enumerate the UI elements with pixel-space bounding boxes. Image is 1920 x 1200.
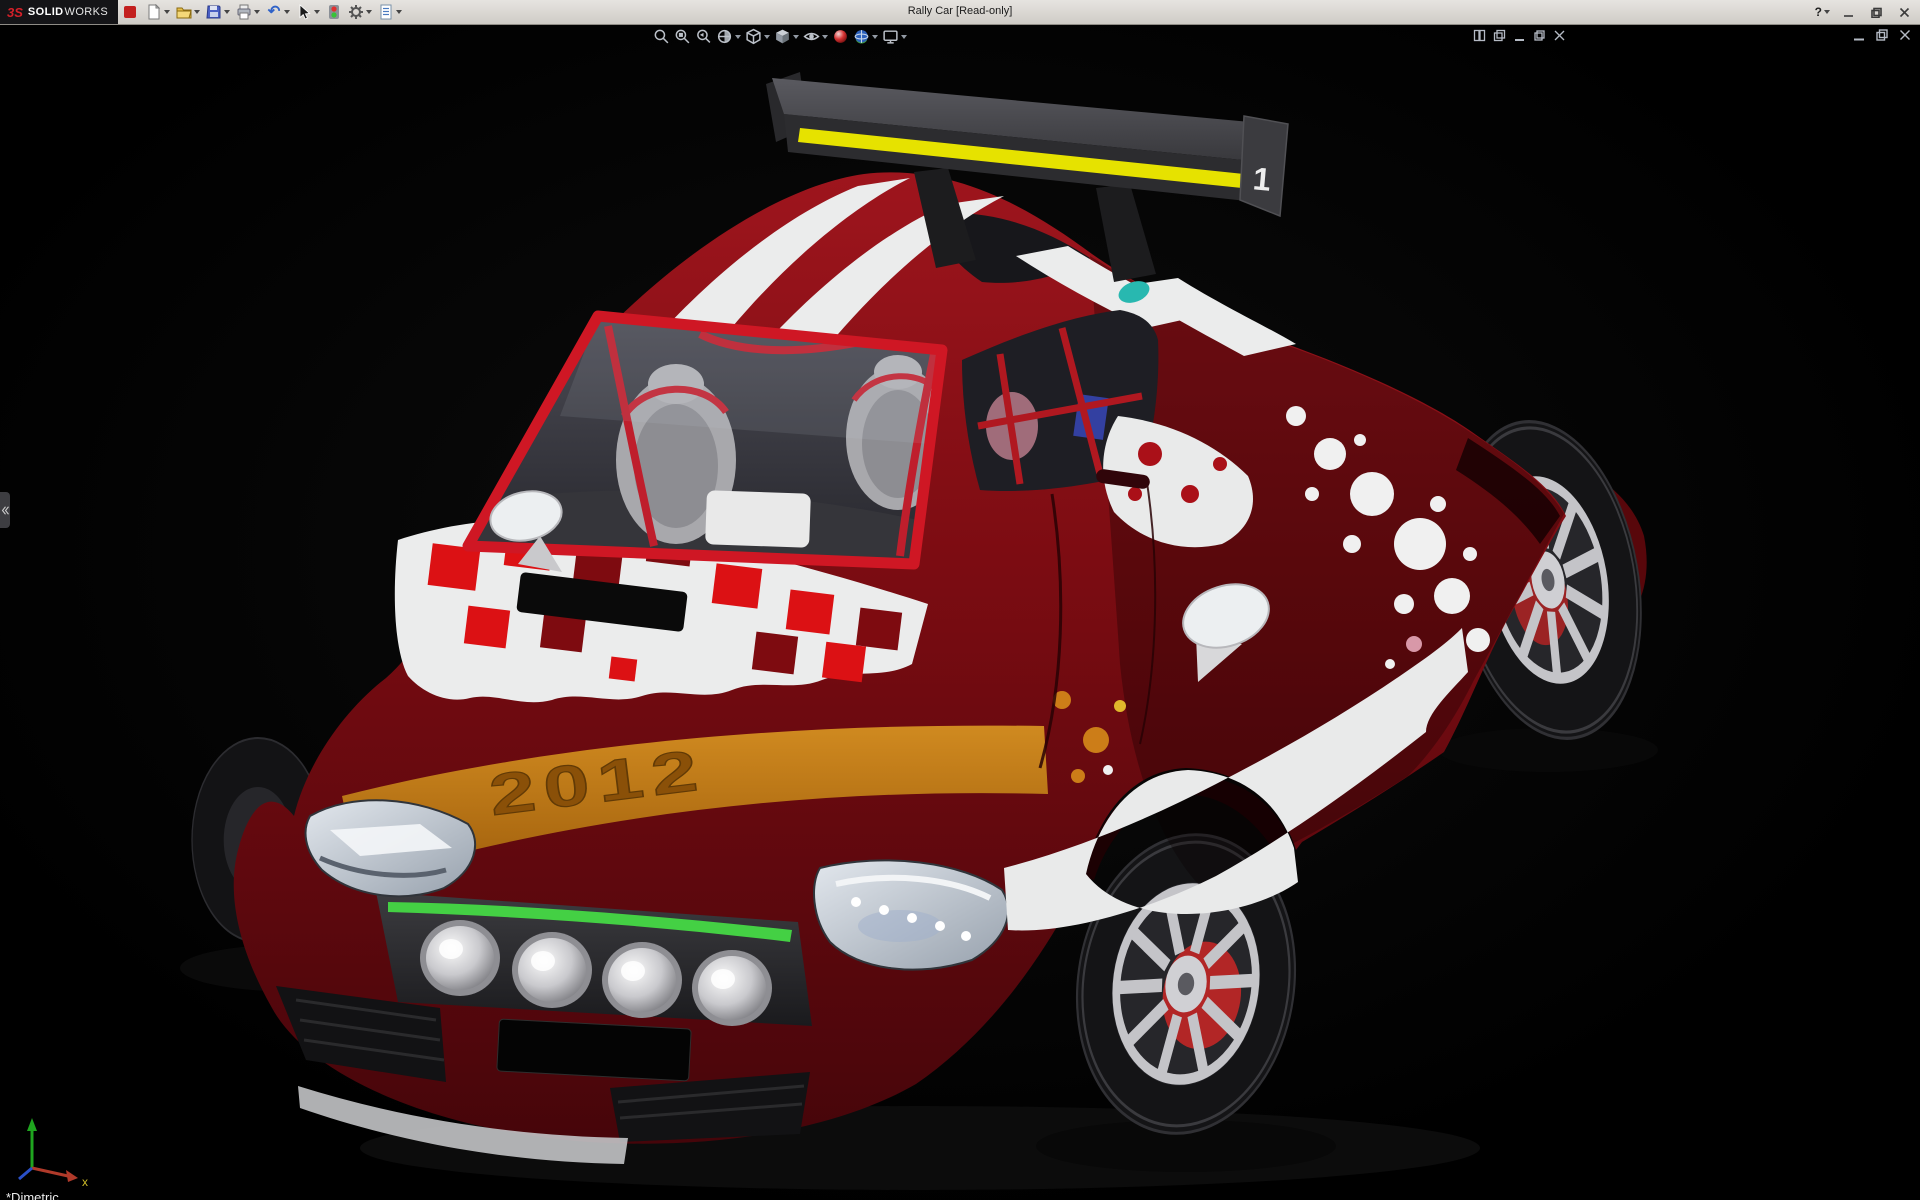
zoom-to-area-icon: [674, 28, 691, 45]
print-icon: [236, 4, 252, 20]
dropdown-arrow-icon[interactable]: [901, 35, 907, 39]
file-properties-button[interactable]: [376, 2, 404, 22]
main-toolbar: ↶: [144, 2, 404, 22]
document-title: Rally Car [Read-only]: [908, 5, 1013, 17]
dropdown-arrow-icon[interactable]: [284, 10, 290, 14]
previous-view-icon: [695, 28, 712, 45]
help-label: ?: [1815, 5, 1822, 19]
rebuild-button[interactable]: [324, 2, 344, 22]
view-orientation-button[interactable]: [744, 27, 771, 46]
child-restore-icon[interactable]: [1875, 28, 1889, 42]
doc-restore-icon[interactable]: [1533, 29, 1546, 42]
dropdown-arrow-icon[interactable]: [872, 35, 878, 39]
hide-show-items-button[interactable]: [802, 27, 829, 46]
dropdown-arrow-icon[interactable]: [735, 35, 741, 39]
app-badge-icon: [124, 6, 136, 18]
print-button[interactable]: [234, 2, 262, 22]
app-name-bold: SOLID: [28, 6, 64, 18]
zoom-to-fit-icon: [653, 28, 670, 45]
new-document-icon: [146, 4, 162, 20]
maximize-icon: [1871, 7, 1882, 18]
select-button[interactable]: [294, 2, 322, 22]
display-style-icon: [774, 28, 791, 45]
apply-scene-button[interactable]: [852, 27, 879, 46]
dropdown-arrow-icon[interactable]: [793, 35, 799, 39]
zoom-to-fit-button[interactable]: [652, 27, 671, 46]
save-icon: [206, 4, 222, 20]
right-headlight[interactable]: [814, 860, 1008, 969]
axis-x-label: x: [82, 1175, 88, 1186]
close-icon: [1899, 7, 1910, 18]
previous-view-button[interactable]: [694, 27, 713, 46]
section-view-button[interactable]: [715, 27, 742, 46]
open-button[interactable]: [174, 2, 202, 22]
tile-windows-icon[interactable]: [1473, 29, 1486, 42]
window-controls: ?: [1813, 0, 1916, 24]
new-document-button[interactable]: [144, 2, 172, 22]
view-orientation-label: *Dimetric: [6, 1190, 59, 1200]
help-button[interactable]: ?: [1813, 5, 1832, 19]
view-settings-icon: [882, 28, 899, 45]
rebuild-icon: [326, 4, 342, 20]
doc-minimize-icon[interactable]: [1513, 29, 1526, 42]
dropdown-arrow-icon[interactable]: [822, 35, 828, 39]
solidworks-logo-mark: 3S: [7, 5, 23, 20]
wing-number: 1: [1252, 160, 1273, 197]
open-icon: [176, 4, 192, 20]
view-settings-button[interactable]: [881, 27, 908, 46]
double-chevron-left-icon: [1, 504, 10, 517]
app-name-light: WORKS: [65, 6, 109, 18]
title-bar: 3S SOLID WORKS ↶: [0, 0, 1920, 25]
dropdown-arrow-icon[interactable]: [164, 10, 170, 14]
scene-globe-icon: [853, 28, 870, 45]
dropdown-arrow-icon[interactable]: [314, 10, 320, 14]
orientation-triad: x: [6, 1112, 102, 1186]
appearance-ball-icon: [832, 28, 849, 45]
file-properties-icon: [378, 4, 394, 20]
cascade-windows-icon[interactable]: [1493, 29, 1506, 42]
save-button[interactable]: [204, 2, 232, 22]
dropdown-arrow-icon[interactable]: [194, 10, 200, 14]
dropdown-arrow-icon[interactable]: [1824, 10, 1830, 14]
select-cursor-icon: [296, 4, 312, 20]
dropdown-arrow-icon[interactable]: [254, 10, 260, 14]
solidworks-logo: 3S SOLID WORKS: [0, 0, 118, 24]
eye-icon: [803, 28, 820, 45]
child-minimize-icon[interactable]: [1852, 28, 1866, 42]
dropdown-arrow-icon[interactable]: [366, 10, 372, 14]
doc-close-icon[interactable]: [1553, 29, 1566, 42]
dropdown-arrow-icon[interactable]: [224, 10, 230, 14]
license-plate: [497, 1019, 691, 1081]
display-style-button[interactable]: [773, 27, 800, 46]
maximize-button[interactable]: [1864, 3, 1888, 21]
section-view-icon: [716, 28, 733, 45]
rally-car-model[interactable]: 2012: [0, 24, 1920, 1200]
close-button[interactable]: [1892, 3, 1916, 21]
child-close-icon[interactable]: [1898, 28, 1912, 42]
undo-button[interactable]: ↶: [264, 2, 292, 22]
options-gear-icon: [348, 4, 364, 20]
document-window-buttons: [1473, 29, 1566, 42]
dropdown-arrow-icon[interactable]: [764, 35, 770, 39]
view-orientation-icon: [745, 28, 762, 45]
zoom-to-area-button[interactable]: [673, 27, 692, 46]
options-button[interactable]: [346, 2, 374, 22]
child-window-controls: [1852, 28, 1912, 42]
edit-appearance-button[interactable]: [831, 27, 850, 46]
dropdown-arrow-icon[interactable]: [396, 10, 402, 14]
minimize-icon: [1843, 7, 1854, 18]
minimize-button[interactable]: [1836, 3, 1860, 21]
undo-icon: ↶: [266, 4, 282, 20]
heads-up-view-toolbar: [652, 27, 908, 46]
panel-collapse-tab[interactable]: [0, 492, 10, 528]
graphics-area[interactable]: 2012: [0, 24, 1920, 1200]
